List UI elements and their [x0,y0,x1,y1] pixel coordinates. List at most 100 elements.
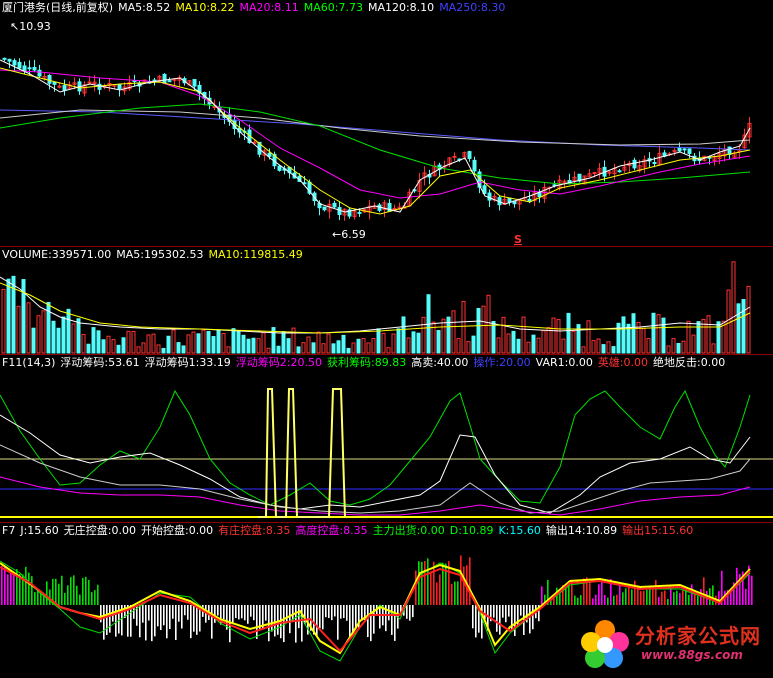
f7-histogram-bar [541,586,543,605]
volume-bar [501,316,506,354]
volume-bar [521,316,526,354]
volume-bar [401,316,406,354]
f7-histogram-bar [82,577,84,605]
volume-bar [166,335,171,354]
f7-histogram-bar [682,589,684,605]
volume-bar [6,278,11,354]
f7-histogram-bar [346,605,348,621]
volume-bar [496,337,501,354]
f7-histogram-bar [700,589,702,605]
volume-bar [266,347,271,354]
f7-panel[interactable]: F7 J:15.60 无庄控盘:0.00 开始控盘:0.00 有庄控盘:8.35 高度控盘… [0,523,773,678]
volume-bar [591,340,596,354]
volume-bar [661,317,666,354]
candle-body [12,60,17,66]
candle-body [212,106,217,109]
f7-histogram-bar [190,605,192,639]
volume-bar [726,289,731,354]
volume-bar [431,321,436,354]
volume-bar [241,334,246,354]
f7-histogram-bar [373,605,375,634]
f7-histogram-bar [658,597,660,605]
volume-bar [646,337,651,354]
f7-histogram-bar [253,605,255,621]
candle-body [687,148,692,154]
candle-body [322,206,327,211]
f7-histogram-bar [340,605,342,619]
volume-panel[interactable]: VOLUME:339571.00 MA5:195302.53 MA10:119815… [0,247,773,355]
candle-body [22,65,27,71]
f7-histogram-bar [139,605,141,638]
f7-histogram-bar [10,570,12,605]
ma10-label: MA10:8.22 [175,1,235,14]
f7-histogram-bar [499,605,501,635]
candle-body [472,159,477,172]
volume-bar [336,340,341,354]
ma250-line [0,109,751,151]
f7-histogram-bar [241,605,243,619]
volume-bar [251,337,256,354]
volume-bar [671,338,676,354]
f11-name: F11(14,3) [2,356,56,369]
volume-bar [46,301,51,354]
volume-bar [406,337,411,354]
volume-bar [256,338,261,354]
f7-histogram-bar [223,605,225,620]
f11-panel[interactable]: F11(14,3) 浮动筹码:53.61 浮动筹码1:33.19 浮动筹码2:20.5… [0,355,773,523]
price-panel[interactable]: 厦门港务(日线,前复权) MA5:8.52 MA10:8.22 MA20:8.11 MA… [0,0,773,246]
volume-bar [176,342,181,354]
flower-logo-icon [581,620,629,668]
f7-histogram-bar [196,605,198,635]
f7-histogram-bar [88,579,90,605]
f7-histogram-bar [25,566,27,605]
floating-chips-line [0,414,751,514]
volume-bar [621,316,626,354]
volume-bar [276,345,281,354]
f7-histogram-bar [460,555,462,605]
f7-histogram-bar [472,605,474,629]
f7-histogram-bar [76,585,78,605]
candle-body [62,85,67,91]
f7-histogram-bar [337,605,339,640]
f7-histogram-bar [142,605,144,623]
volume-bar [451,310,456,354]
f7-histogram-bar [214,605,216,623]
volume-bar [66,308,71,354]
f11-i2: 浮动筹码1:33.19 [144,356,231,369]
f7-histogram-bar [217,605,219,616]
volume-bar [676,342,681,354]
volume-bar [471,335,476,354]
candle-body [487,192,492,201]
volume-bar [141,342,146,354]
f7-histogram-bar [1,565,3,605]
candle-body [47,74,52,84]
volume-bar [226,346,231,354]
volume-label: VOLUME:339571.00 [2,248,112,261]
candle-body [507,197,512,203]
volume-bar [556,319,561,354]
stock-title: 厦门港务(日线,前复权) [2,1,114,14]
volume-bar [686,320,691,354]
volume-bar [301,342,306,354]
f7-histogram-bar [31,576,33,605]
f7-histogram-bar [664,590,666,605]
volume-bar [551,317,556,354]
f7-histogram-bar [13,573,15,605]
f7-histogram-bar [574,595,576,605]
volume-bar [516,338,521,354]
candle-body [7,58,12,62]
candle-body [192,79,197,87]
volume-bar [101,339,106,354]
f7-histogram-bar [640,591,642,605]
volume-bar [476,307,481,354]
volume-bar [436,330,441,354]
low-price-marker: ←6.59 [332,228,366,241]
volume-bar [381,332,386,354]
f7-histogram-bar [109,605,111,633]
f7-histogram-bar [607,597,609,605]
volume-chart [0,261,751,354]
volume-bar [641,328,646,354]
f7-histogram-bar [532,605,534,630]
spike-line [258,388,346,518]
f7-histogram-bar [91,592,93,605]
